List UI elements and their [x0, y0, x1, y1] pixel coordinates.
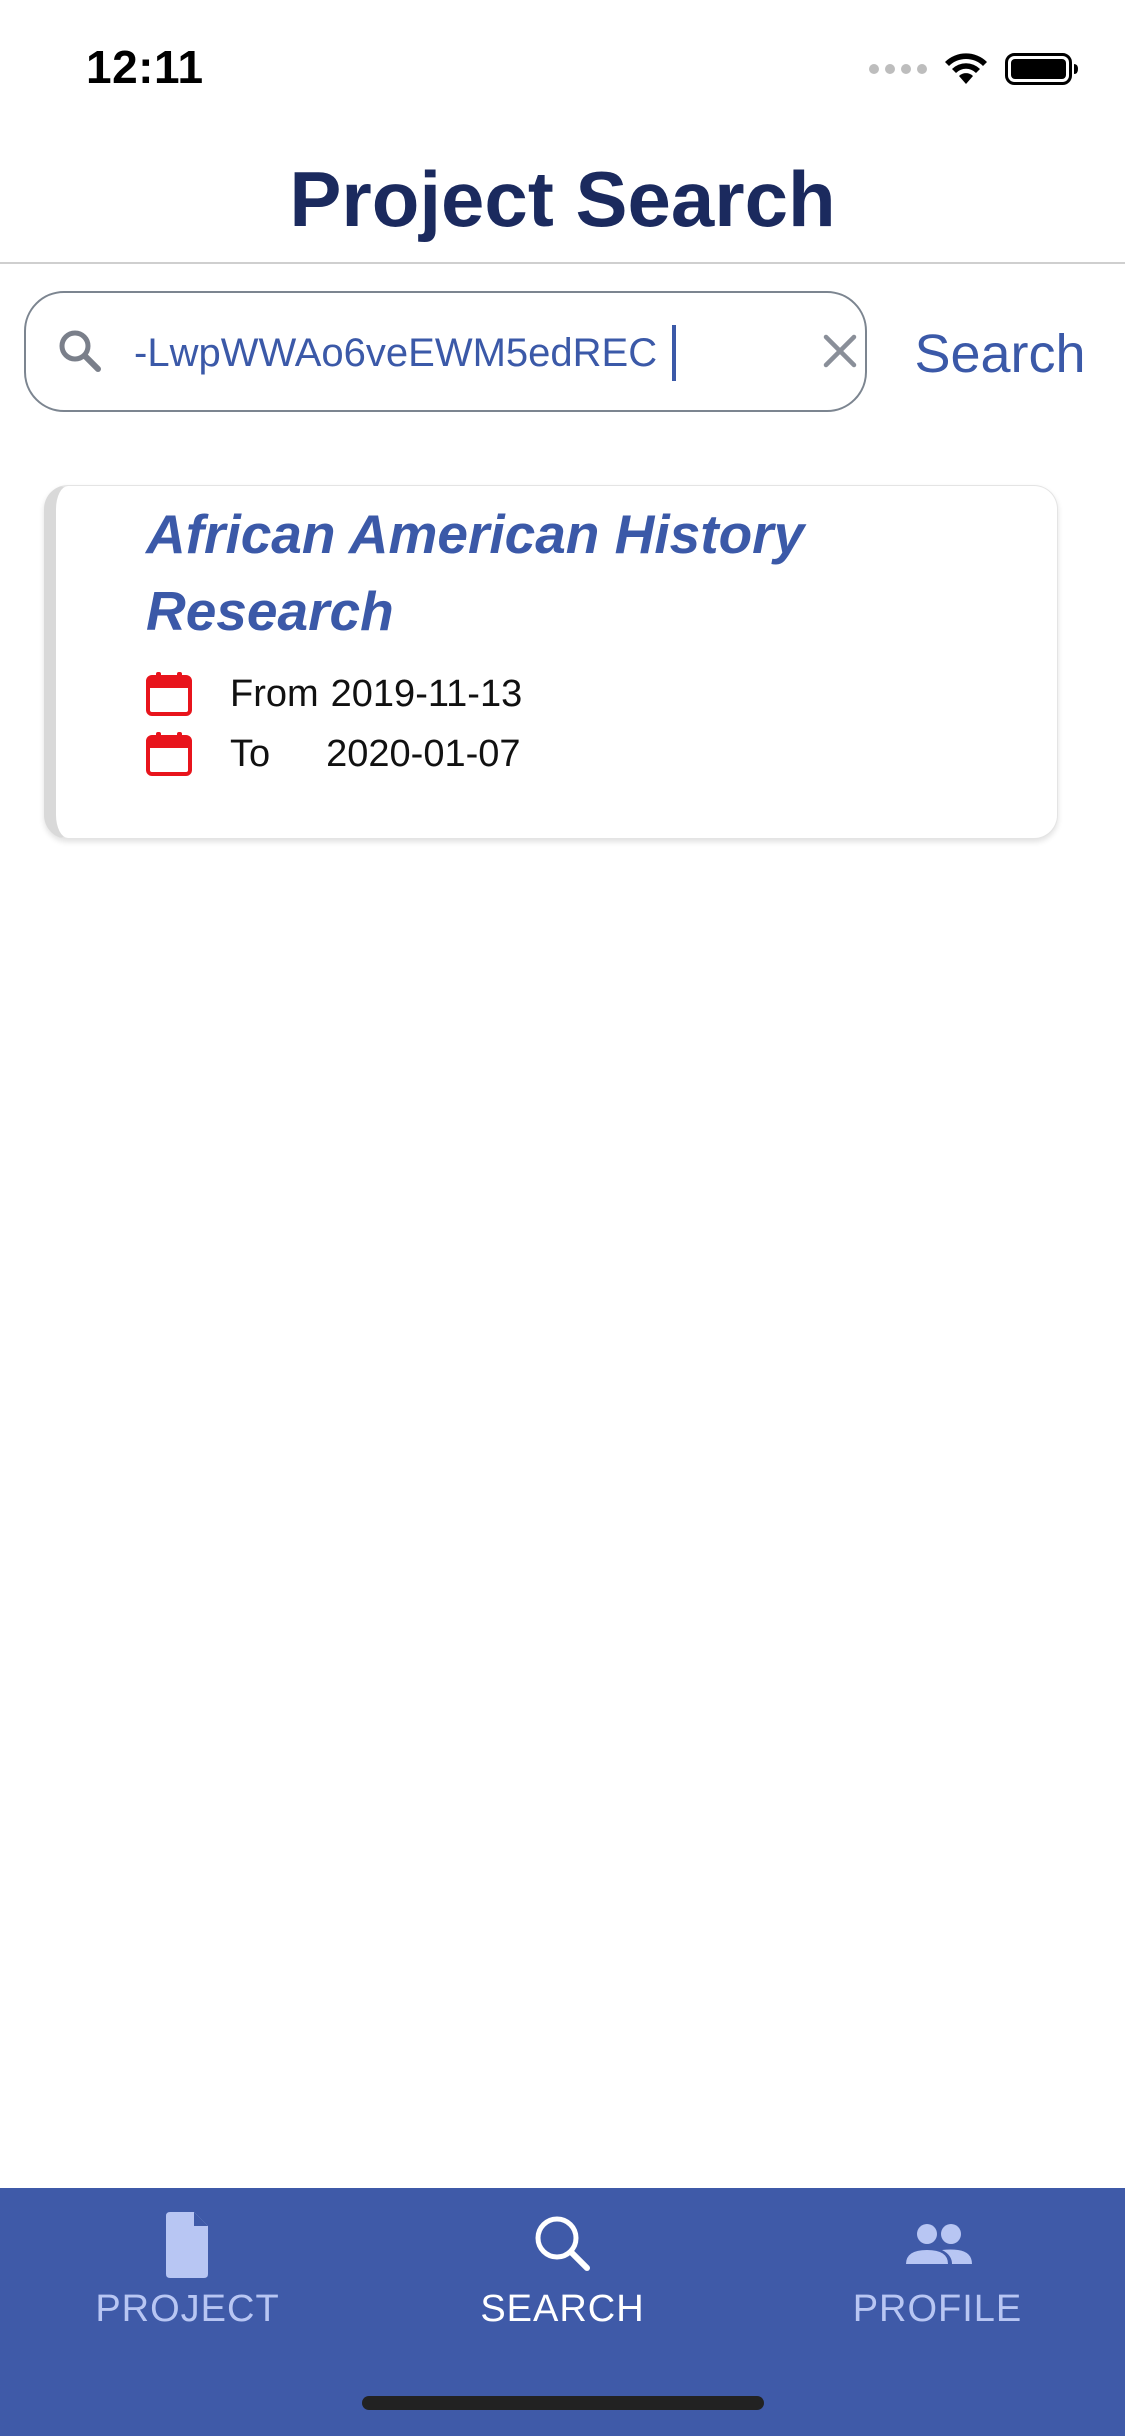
status-bar: 12:11	[0, 0, 1125, 132]
tab-label: PROFILE	[852, 2288, 1023, 2330]
tab-project[interactable]: PROJECT	[0, 2188, 375, 2436]
search-input[interactable]	[134, 315, 774, 391]
search-button[interactable]: Search	[900, 314, 1100, 394]
text-cursor	[672, 325, 676, 381]
page-title: Project Search	[289, 155, 836, 243]
from-date: 2019-11-13	[330, 672, 523, 715]
tab-label: SEARCH	[480, 2288, 645, 2330]
calendar-icon	[146, 672, 192, 716]
people-icon	[905, 2224, 972, 2264]
document-icon	[165, 2212, 208, 2278]
home-indicator	[362, 2396, 764, 2410]
project-title: African American History Research	[146, 503, 805, 642]
end-date-row: To 2020-01-07	[146, 729, 521, 779]
tab-label: PROJECT	[95, 2288, 280, 2330]
project-result-card[interactable]: African American History Research From 2…	[44, 485, 1058, 839]
status-time: 12:11	[86, 41, 204, 93]
calendar-icon	[146, 732, 192, 776]
status-indicators	[869, 50, 1079, 88]
to-label: To	[230, 732, 271, 775]
navigation-header: Project Search	[0, 132, 1125, 264]
start-date-row: From 2019-11-13	[146, 669, 522, 719]
search-icon	[59, 330, 101, 372]
clear-icon[interactable]	[814, 325, 866, 377]
wifi-icon	[945, 53, 987, 84]
tab-profile[interactable]: PROFILE	[750, 2188, 1125, 2436]
to-date: 2020-01-07	[326, 732, 521, 775]
search-field[interactable]	[24, 291, 867, 412]
search-icon	[535, 2216, 590, 2271]
from-label: From	[230, 672, 319, 715]
cellular-signal-icon	[869, 64, 927, 74]
battery-icon	[1005, 53, 1078, 85]
